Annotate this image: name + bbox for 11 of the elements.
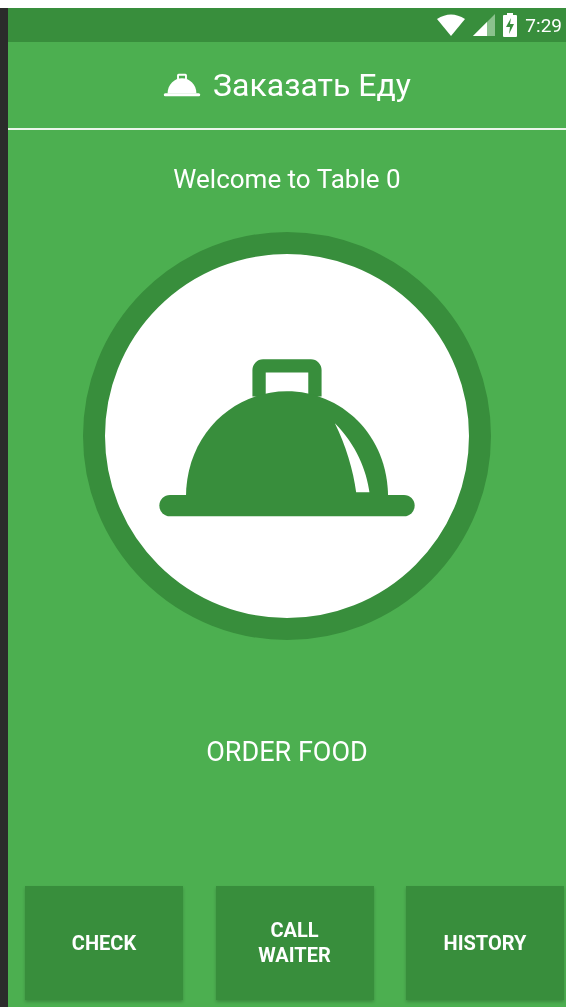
battery-icon: [503, 13, 518, 37]
action-button[interactable]: CALL WAITER: [215, 886, 374, 1000]
welcome-text: Welcome to Table 0: [172, 164, 402, 194]
app-title: Заказать Еду: [213, 66, 411, 104]
signal-icon: [473, 14, 496, 36]
cloche-icon: [163, 73, 202, 97]
action-button[interactable]: HISTORY: [406, 886, 564, 1000]
wifi-icon: [437, 14, 466, 36]
clock-time: 7:29: [525, 13, 562, 37]
action-button[interactable]: CHECK: [25, 886, 183, 1000]
order-food-button[interactable]: ORDER FOOD: [198, 732, 376, 772]
